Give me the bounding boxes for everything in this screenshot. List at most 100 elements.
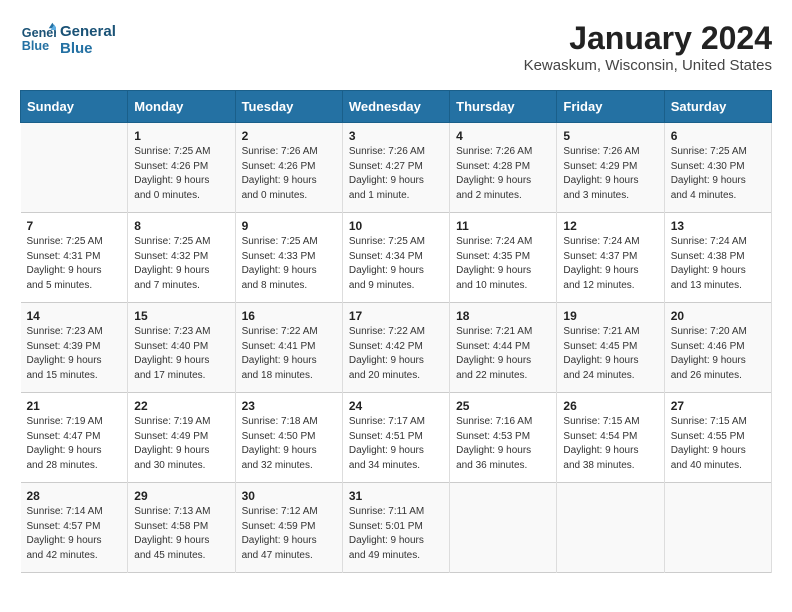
day-info: Sunrise: 7:19 AMSunset: 4:49 PMDaylight:…: [134, 415, 228, 473]
calendar-cell: 31Sunrise: 7:11 AMSunset: 5:01 PMDayligh…: [342, 483, 449, 573]
subtitle: Kewaskum, Wisconsin, United States: [524, 57, 772, 74]
calendar-cell: 5 Sunrise: 7:26 AMSunset: 4:29 PMDaylight…: [557, 123, 664, 213]
day-number: 11: [456, 219, 550, 233]
day-number: 27: [671, 399, 765, 413]
day-number: 6: [671, 129, 765, 143]
calendar-cell: 2Sunrise: 7:26 AMSunset: 4:26 PMDaylight…: [235, 123, 342, 213]
calendar-cell: 27Sunrise: 7:15 AMSunset: 4:55 PMDayligh…: [664, 393, 771, 483]
calendar-cell: 24Sunrise: 7:17 AMSunset: 4:51 PMDayligh…: [342, 393, 449, 483]
day-number: 14: [27, 309, 122, 323]
calendar-cell: 14 Sunrise: 7:23 AMSunset: 4:39 PMDayligh…: [21, 303, 128, 393]
calendar-cell: 20 Sunrise: 7:20 AMSunset: 4:46 PMDayligh…: [664, 303, 771, 393]
calendar-week-1: 1 Sunrise: 7:25 AMSunset: 4:26 PMDaylight…: [21, 123, 772, 213]
logo-text-blue: Blue: [60, 41, 116, 58]
calendar-cell: 12 Sunrise: 7:24 AMSunset: 4:37 PMDayligh…: [557, 213, 664, 303]
day-info: Sunrise: 7:15 AMSunset: 4:54 PMDaylight:…: [563, 415, 657, 473]
header-thursday: Thursday: [450, 91, 557, 123]
calendar-cell: 15Sunrise: 7:23 AMSunset: 4:40 PMDayligh…: [128, 303, 235, 393]
calendar-week-4: 21 Sunrise: 7:19 AMSunset: 4:47 PMDayligh…: [21, 393, 772, 483]
svg-text:Blue: Blue: [22, 38, 49, 52]
header-wednesday: Wednesday: [342, 91, 449, 123]
day-info: Sunrise: 7:12 AMSunset: 4:59 PMDaylight:…: [242, 505, 336, 563]
calendar-week-5: 28 Sunrise: 7:14 AMSunset: 4:57 PMDayligh…: [21, 483, 772, 573]
day-number: 23: [242, 399, 336, 413]
title-block: January 2024 Kewaskum, Wisconsin, United…: [524, 20, 772, 74]
calendar-week-3: 14 Sunrise: 7:23 AMSunset: 4:39 PMDayligh…: [21, 303, 772, 393]
day-info: Sunrise: 7:24 AMSunset: 4:37 PMDaylight:…: [563, 235, 657, 293]
day-info: Sunrise: 7:21 AMSunset: 4:45 PMDaylight:…: [563, 325, 657, 383]
logo-icon: General Blue: [20, 21, 56, 57]
day-info: Sunrise: 7:20 AMSunset: 4:46 PMDaylight:…: [671, 325, 765, 383]
day-info: Sunrise: 7:25 AMSunset: 4:32 PMDaylight:…: [134, 235, 228, 293]
day-number: 16: [242, 309, 336, 323]
day-info: Sunrise: 7:25 AMSunset: 4:26 PMDaylight:…: [134, 145, 228, 203]
calendar-cell: 10 Sunrise: 7:25 AMSunset: 4:34 PMDayligh…: [342, 213, 449, 303]
calendar-cell: 19 Sunrise: 7:21 AMSunset: 4:45 PMDayligh…: [557, 303, 664, 393]
calendar-cell: 21 Sunrise: 7:19 AMSunset: 4:47 PMDayligh…: [21, 393, 128, 483]
day-info: Sunrise: 7:26 AMSunset: 4:26 PMDaylight:…: [242, 145, 336, 203]
calendar-cell: 22 Sunrise: 7:19 AMSunset: 4:49 PMDayligh…: [128, 393, 235, 483]
day-info: Sunrise: 7:22 AMSunset: 4:41 PMDaylight:…: [242, 325, 336, 383]
day-number: 29: [134, 489, 228, 503]
day-number: 17: [349, 309, 443, 323]
calendar-cell: 13 Sunrise: 7:24 AMSunset: 4:38 PMDayligh…: [664, 213, 771, 303]
day-number: 21: [27, 399, 122, 413]
calendar-cell: 6 Sunrise: 7:25 AMSunset: 4:30 PMDaylight…: [664, 123, 771, 213]
day-number: 3: [349, 129, 443, 143]
calendar-cell: 28 Sunrise: 7:14 AMSunset: 4:57 PMDayligh…: [21, 483, 128, 573]
day-info: Sunrise: 7:25 AMSunset: 4:34 PMDaylight:…: [349, 235, 443, 293]
header-friday: Friday: [557, 91, 664, 123]
calendar-cell: 30 Sunrise: 7:12 AMSunset: 4:59 PMDayligh…: [235, 483, 342, 573]
day-info: Sunrise: 7:25 AMSunset: 4:31 PMDaylight:…: [27, 235, 122, 293]
day-number: 28: [27, 489, 122, 503]
day-number: 8: [134, 219, 228, 233]
day-number: 20: [671, 309, 765, 323]
day-info: Sunrise: 7:19 AMSunset: 4:47 PMDaylight:…: [27, 415, 122, 473]
day-number: 5: [563, 129, 657, 143]
calendar-cell: 7Sunrise: 7:25 AMSunset: 4:31 PMDaylight…: [21, 213, 128, 303]
logo: General Blue General Blue: [20, 20, 116, 57]
day-number: 30: [242, 489, 336, 503]
calendar-cell: [21, 123, 128, 213]
day-info: Sunrise: 7:13 AMSunset: 4:58 PMDaylight:…: [134, 505, 228, 563]
page-header: General Blue General Blue January 2024 K…: [20, 20, 772, 74]
day-number: 18: [456, 309, 550, 323]
day-info: Sunrise: 7:16 AMSunset: 4:53 PMDaylight:…: [456, 415, 550, 473]
calendar-cell: 4Sunrise: 7:26 AMSunset: 4:28 PMDaylight…: [450, 123, 557, 213]
calendar-table: SundayMondayTuesdayWednesdayThursdayFrid…: [20, 90, 772, 573]
day-number: 9: [242, 219, 336, 233]
day-number: 1: [134, 129, 228, 143]
day-number: 26: [563, 399, 657, 413]
calendar-cell: 26 Sunrise: 7:15 AMSunset: 4:54 PMDayligh…: [557, 393, 664, 483]
day-info: Sunrise: 7:23 AMSunset: 4:40 PMDaylight:…: [134, 325, 228, 383]
day-info: Sunrise: 7:26 AMSunset: 4:29 PMDaylight:…: [563, 145, 657, 203]
day-number: 10: [349, 219, 443, 233]
day-info: Sunrise: 7:11 AMSunset: 5:01 PMDaylight:…: [349, 505, 443, 563]
calendar-cell: 8 Sunrise: 7:25 AMSunset: 4:32 PMDaylight…: [128, 213, 235, 303]
day-number: 24: [349, 399, 443, 413]
day-info: Sunrise: 7:23 AMSunset: 4:39 PMDaylight:…: [27, 325, 122, 383]
day-number: 19: [563, 309, 657, 323]
calendar-cell: [557, 483, 664, 573]
day-info: Sunrise: 7:14 AMSunset: 4:57 PMDaylight:…: [27, 505, 122, 563]
day-info: Sunrise: 7:25 AMSunset: 4:33 PMDaylight:…: [242, 235, 336, 293]
header-tuesday: Tuesday: [235, 91, 342, 123]
main-title: January 2024: [524, 20, 772, 57]
day-number: 22: [134, 399, 228, 413]
header-saturday: Saturday: [664, 91, 771, 123]
day-info: Sunrise: 7:18 AMSunset: 4:50 PMDaylight:…: [242, 415, 336, 473]
calendar-cell: 3 Sunrise: 7:26 AMSunset: 4:27 PMDaylight…: [342, 123, 449, 213]
calendar-cell: 1 Sunrise: 7:25 AMSunset: 4:26 PMDaylight…: [128, 123, 235, 213]
calendar-cell: 9 Sunrise: 7:25 AMSunset: 4:33 PMDaylight…: [235, 213, 342, 303]
day-info: Sunrise: 7:24 AMSunset: 4:38 PMDaylight:…: [671, 235, 765, 293]
header-monday: Monday: [128, 91, 235, 123]
day-number: 12: [563, 219, 657, 233]
day-number: 25: [456, 399, 550, 413]
calendar-header-row: SundayMondayTuesdayWednesdayThursdayFrid…: [21, 91, 772, 123]
header-sunday: Sunday: [21, 91, 128, 123]
calendar-cell: 25 Sunrise: 7:16 AMSunset: 4:53 PMDayligh…: [450, 393, 557, 483]
day-info: Sunrise: 7:25 AMSunset: 4:30 PMDaylight:…: [671, 145, 765, 203]
day-info: Sunrise: 7:26 AMSunset: 4:27 PMDaylight:…: [349, 145, 443, 203]
logo-text-general: General: [60, 24, 116, 41]
day-number: 13: [671, 219, 765, 233]
